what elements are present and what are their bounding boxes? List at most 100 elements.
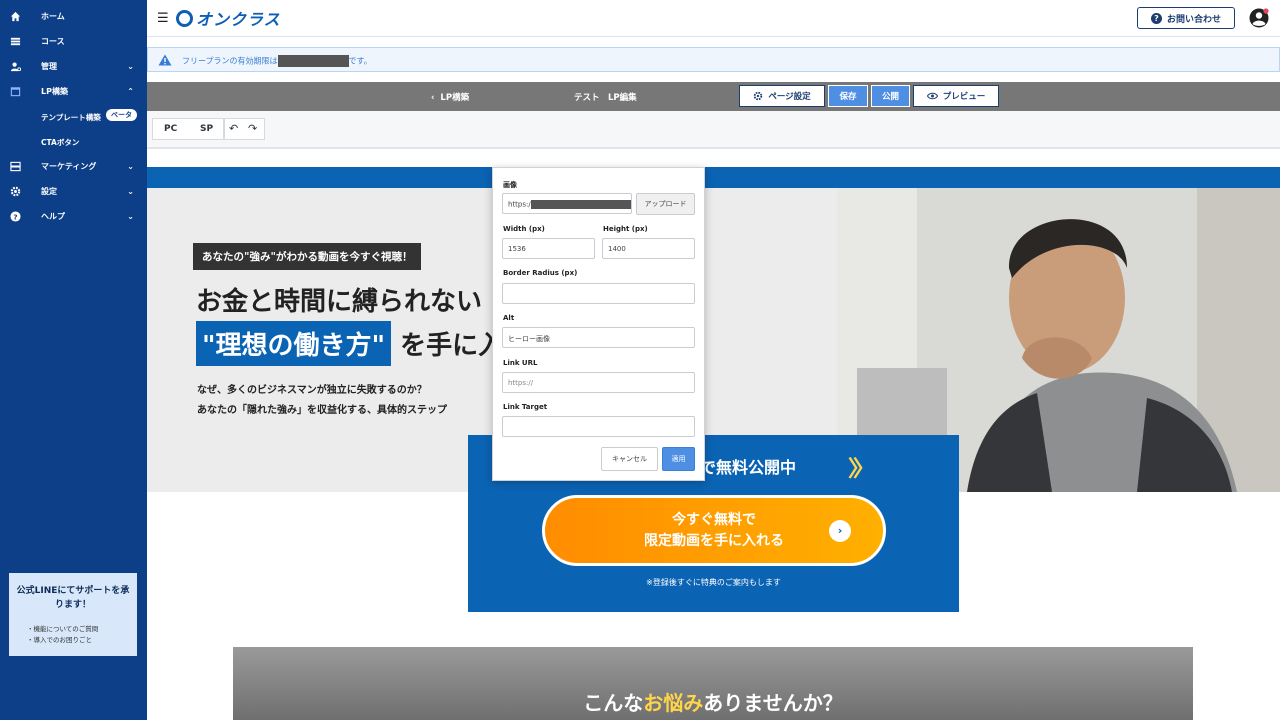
sidebar-item-label: ヘルプ bbox=[41, 212, 65, 221]
double-chevron-right-icon: 〉〉 bbox=[848, 457, 875, 482]
sidebar: ホーム コース 管理 ⌄ LP構築 ⌃ テンプレート構築 ベータ CTAボタン … bbox=[0, 0, 147, 720]
page-settings-button[interactable]: ページ設定 bbox=[739, 85, 825, 107]
height-input[interactable]: 1400 bbox=[602, 238, 695, 259]
image-url-prefix: https:/ bbox=[508, 200, 531, 209]
cta-button[interactable]: 今すぐ無料で 限定動画を手に入れる › bbox=[542, 495, 886, 566]
line-support-box[interactable]: 公式LINEにてサポートを承 ります！ ・機能についてのご質問 ・導入でのお困り… bbox=[9, 573, 137, 656]
publish-button[interactable]: 公開 bbox=[871, 85, 910, 107]
logo-text: オンクラス bbox=[196, 10, 281, 29]
sidebar-item-course[interactable]: コース bbox=[0, 29, 147, 54]
sidebar-item-label: ホーム bbox=[41, 12, 65, 21]
worries-title-post: ありませんか？ bbox=[703, 691, 843, 715]
hero-subtext: なぜ、多くのビジネスマンが独立に失敗するのか？ あなたの「隠れた強み」を収益化す… bbox=[197, 381, 447, 421]
notice-text-after: です。 bbox=[348, 56, 372, 66]
height-label: Height (px) bbox=[603, 225, 648, 233]
image-label: 画像 bbox=[503, 181, 517, 189]
cta-heading: で無料公開中 bbox=[700, 458, 797, 477]
save-button[interactable]: 保存 bbox=[828, 85, 868, 107]
cta-note: ※登録後すぐに特典のご案内もします bbox=[646, 578, 781, 587]
link-target-input[interactable] bbox=[502, 416, 695, 437]
notice-text-before: フリープランの有効期限は bbox=[182, 56, 278, 66]
contact-button-label: お問い合わせ bbox=[1166, 14, 1221, 25]
chevron-down-icon: ⌄ bbox=[127, 212, 134, 221]
svg-text:?: ? bbox=[13, 212, 17, 221]
header-strip bbox=[147, 167, 1280, 188]
back-link[interactable]: ‹ LP構築 bbox=[431, 91, 469, 103]
page-title: テスト LP編集 bbox=[574, 93, 637, 103]
worries-title-pre: こんな bbox=[583, 691, 644, 715]
line-support-list: ・機能についてのご質問 ・導入でのお困りごと bbox=[27, 624, 98, 646]
notice-text: フリープランの有効期限は です。 bbox=[182, 55, 372, 67]
preview-button[interactable]: プレビュー bbox=[913, 85, 999, 107]
eye-icon bbox=[926, 92, 938, 100]
worries-title-emphasis: お悩み bbox=[643, 691, 704, 715]
redo-icon[interactable]: ↷ bbox=[248, 122, 257, 135]
sidebar-item-home[interactable]: ホーム bbox=[0, 4, 147, 29]
sidebar-subitem-label: テンプレート構築 bbox=[41, 113, 101, 122]
device-pc-button[interactable]: PC bbox=[164, 124, 177, 134]
hamburger-menu-icon[interactable]: ☰ bbox=[157, 11, 169, 26]
question-icon: ? bbox=[1150, 12, 1162, 24]
sidebar-item-label: コース bbox=[41, 37, 65, 46]
sidebar-item-label: 管理 bbox=[41, 62, 57, 71]
sidebar-item-help[interactable]: ? ヘルプ ⌄ bbox=[0, 204, 147, 229]
sidebar-item-label: マーケティング bbox=[41, 162, 97, 171]
undo-icon[interactable]: ↶ bbox=[229, 122, 238, 135]
worries-title: こんなお悩みありませんか？ bbox=[233, 687, 1193, 716]
line-support-title: 公式LINEにてサポートを承 ります！ bbox=[9, 584, 137, 612]
chevron-down-icon: ⌄ bbox=[127, 187, 134, 196]
sidebar-subitem-template[interactable]: テンプレート構築 ベータ bbox=[0, 104, 147, 129]
sidebar-subitem-cta[interactable]: CTAボタン bbox=[0, 129, 147, 154]
redacted-date bbox=[277, 55, 349, 67]
line-support-title-line: ります！ bbox=[54, 600, 91, 610]
arrow-right-icon: › bbox=[829, 520, 851, 542]
user-cog-icon bbox=[10, 62, 21, 72]
cancel-button[interactable]: キャンセル bbox=[601, 447, 658, 471]
sidebar-item-marketing[interactable]: マーケティング ⌄ bbox=[0, 154, 147, 179]
chevron-up-icon: ⌃ bbox=[127, 87, 134, 96]
contact-button[interactable]: ? お問い合わせ bbox=[1137, 7, 1235, 29]
device-toggle: PC SP bbox=[152, 118, 224, 140]
alt-label: Alt bbox=[503, 314, 515, 322]
hero-badge: あなたの"強み"がわかる動画を今すぐ視聴！ bbox=[193, 243, 422, 270]
link-url-label: Link URL bbox=[503, 359, 538, 367]
list-icon bbox=[10, 37, 21, 46]
logo[interactable]: オンクラス bbox=[176, 6, 281, 30]
help-icon: ? bbox=[10, 211, 21, 222]
sidebar-item-manage[interactable]: 管理 ⌄ bbox=[0, 54, 147, 79]
warning-icon bbox=[158, 54, 172, 66]
sidebar-item-lp[interactable]: LP構築 ⌃ bbox=[0, 79, 147, 104]
calendar-icon bbox=[10, 87, 21, 97]
width-input[interactable]: 1536 bbox=[502, 238, 595, 259]
alt-input[interactable]: ヒーロー画像 bbox=[502, 327, 695, 348]
image-settings-popup: 画像 https:/ アップロード Width (px) 1536 Height… bbox=[492, 167, 705, 481]
width-label: Width (px) bbox=[503, 225, 545, 233]
upload-button[interactable]: アップロード bbox=[636, 193, 695, 215]
sidebar-subitem-label: CTAボタン bbox=[41, 138, 80, 147]
home-icon bbox=[10, 11, 21, 22]
device-toolbar: PC SP ↶ ↷ bbox=[147, 111, 1280, 149]
worries-section[interactable]: こんなお悩みありませんか？ bbox=[233, 647, 1193, 720]
hero-headline-rest: を手に入 bbox=[391, 331, 505, 361]
apply-button[interactable]: 適用 bbox=[662, 447, 695, 471]
plan-notice: フリープランの有効期限は です。 bbox=[147, 47, 1280, 72]
page-settings-label: ページ設定 bbox=[768, 92, 811, 102]
gear-icon bbox=[10, 186, 21, 197]
hero-highlight: "理想の働き方" bbox=[196, 321, 392, 366]
beta-badge: ベータ bbox=[106, 109, 137, 121]
list-item: ・機能についてのご質問 bbox=[27, 625, 99, 633]
user-avatar-icon[interactable] bbox=[1248, 7, 1270, 29]
border-radius-label: Border Radius (px) bbox=[503, 269, 578, 277]
sidebar-item-label: LP構築 bbox=[41, 87, 68, 96]
image-url-input[interactable]: https:/ bbox=[502, 193, 632, 214]
redacted-url bbox=[530, 200, 631, 209]
border-radius-input[interactable] bbox=[502, 283, 695, 304]
line-support-title-line: 公式LINEにてサポートを承 bbox=[16, 586, 130, 596]
hero-subtext-line: なぜ、多くのビジネスマンが独立に失敗するのか？ bbox=[197, 385, 427, 396]
hero-headline-2: "理想の働き方" を手に入 bbox=[196, 321, 505, 366]
device-sp-button[interactable]: SP bbox=[200, 124, 213, 134]
back-link-label: LP構築 bbox=[440, 93, 470, 103]
sidebar-item-settings[interactable]: 設定 ⌄ bbox=[0, 179, 147, 204]
link-url-input[interactable]: https:// bbox=[502, 372, 695, 393]
gear-icon bbox=[754, 91, 763, 101]
